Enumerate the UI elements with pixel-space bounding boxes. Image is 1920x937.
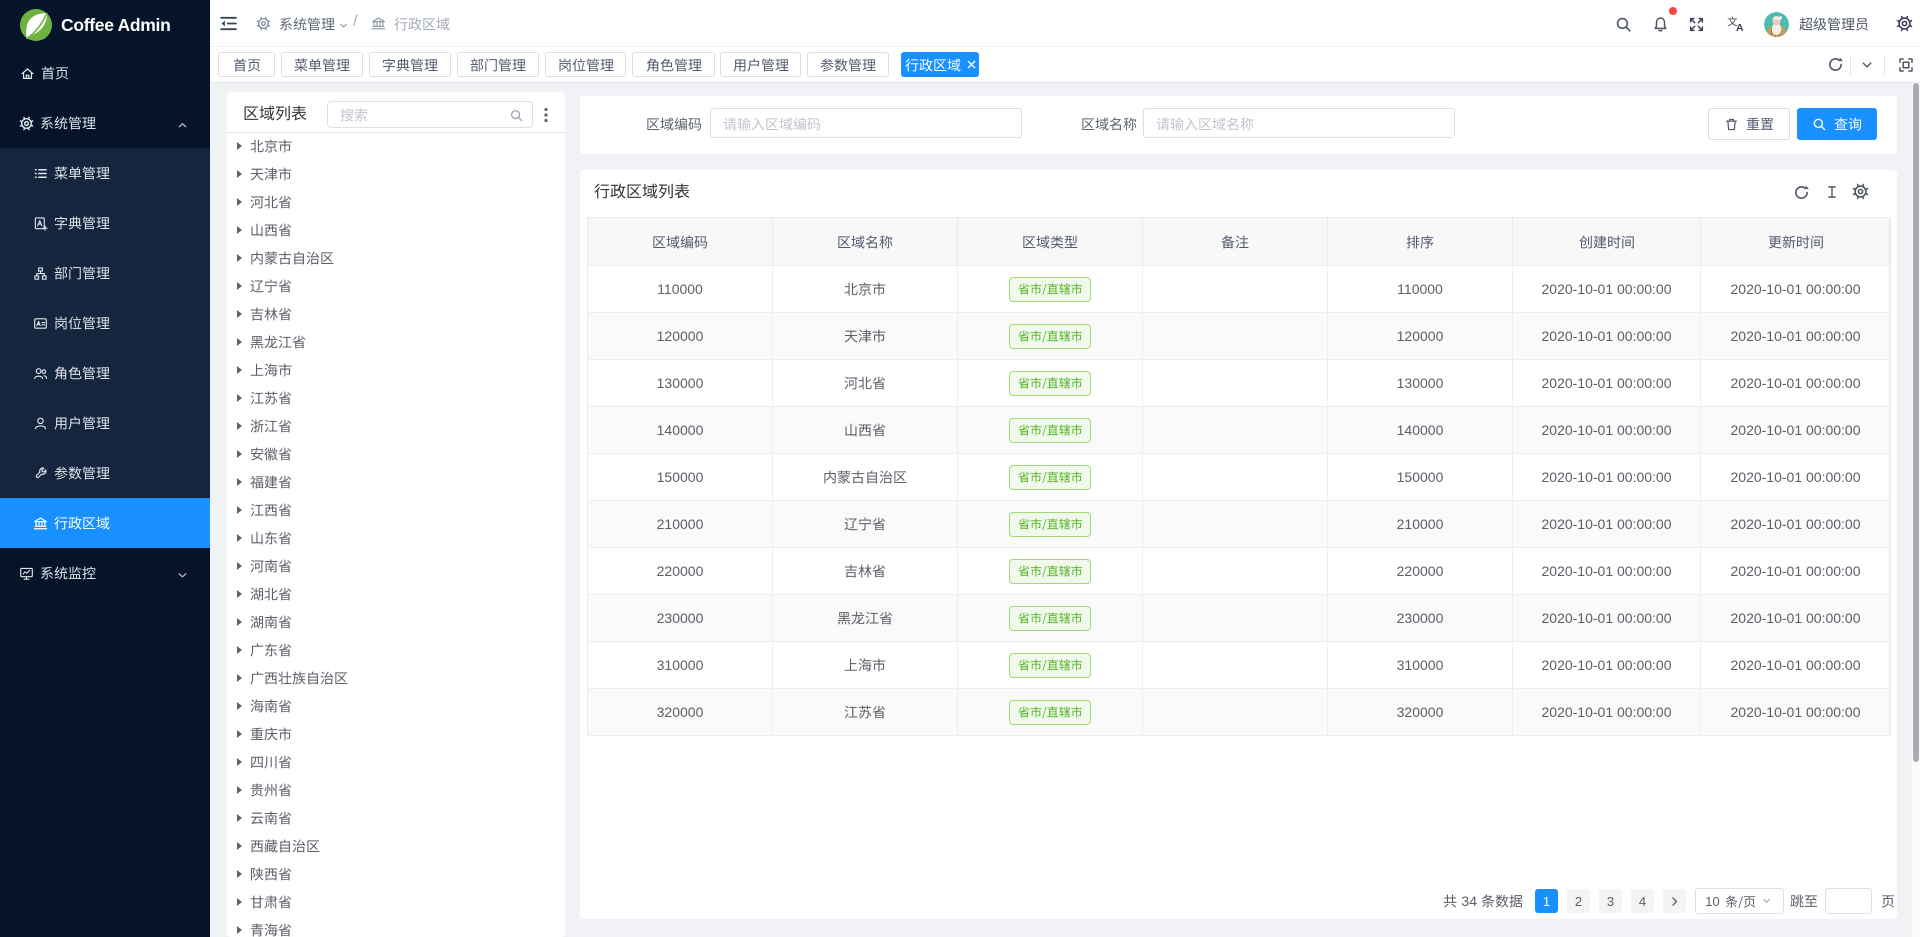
svg-text:A: A [1736, 22, 1744, 33]
